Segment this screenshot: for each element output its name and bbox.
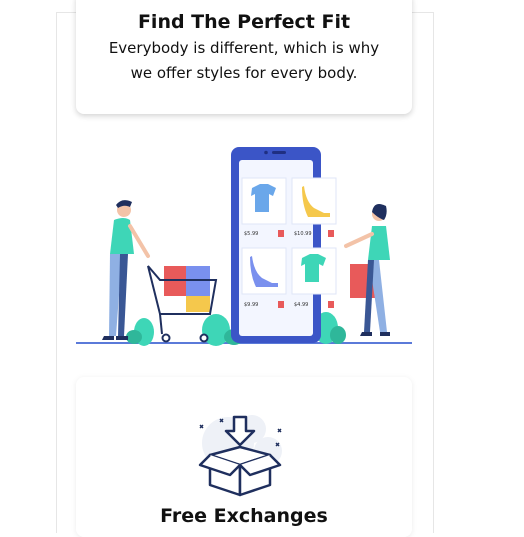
product-tile-3 — [241, 247, 287, 295]
price-label-3: $9.99 — [244, 302, 258, 308]
cart-button-3 — [278, 301, 284, 308]
price-label-4: $4.99 — [294, 302, 308, 308]
cart-item-yellow — [186, 296, 210, 312]
woman-top — [368, 226, 390, 260]
fit-card: Find The Perfect Fit Everybody is differ… — [76, 0, 412, 114]
cart-button-1 — [278, 230, 284, 237]
product-tile-2 — [291, 177, 337, 225]
man-shoe-2 — [116, 336, 128, 340]
phone-camera — [264, 150, 268, 155]
cart-wheel-2 — [199, 333, 209, 343]
woman-shoe-2 — [380, 332, 390, 336]
plant-right-2 — [330, 326, 346, 344]
open-box-icon — [198, 415, 282, 497]
man-shoe-1 — [102, 336, 114, 340]
exchange-card: Free Exchanges — [76, 377, 412, 537]
cart-wheel-1 — [161, 333, 171, 343]
price-label-2: $10.99 — [294, 231, 312, 237]
fit-card-description: Everybody is different, which is why we … — [108, 39, 380, 82]
phone-speaker — [272, 151, 286, 154]
cart-button-4 — [328, 301, 334, 308]
cart-button-2 — [328, 230, 334, 237]
man-shirt — [110, 218, 134, 254]
fit-card-title: Find The Perfect Fit — [137, 11, 351, 33]
shopping-illustration: $5.99 $10.99 $9.99 $4.99 — [76, 147, 412, 346]
price-label-1: $5.99 — [244, 231, 258, 237]
cart-frame — [159, 313, 163, 335]
plant-left-2 — [126, 330, 142, 344]
woman-arm — [344, 232, 374, 248]
woman-shoe-1 — [360, 332, 372, 336]
